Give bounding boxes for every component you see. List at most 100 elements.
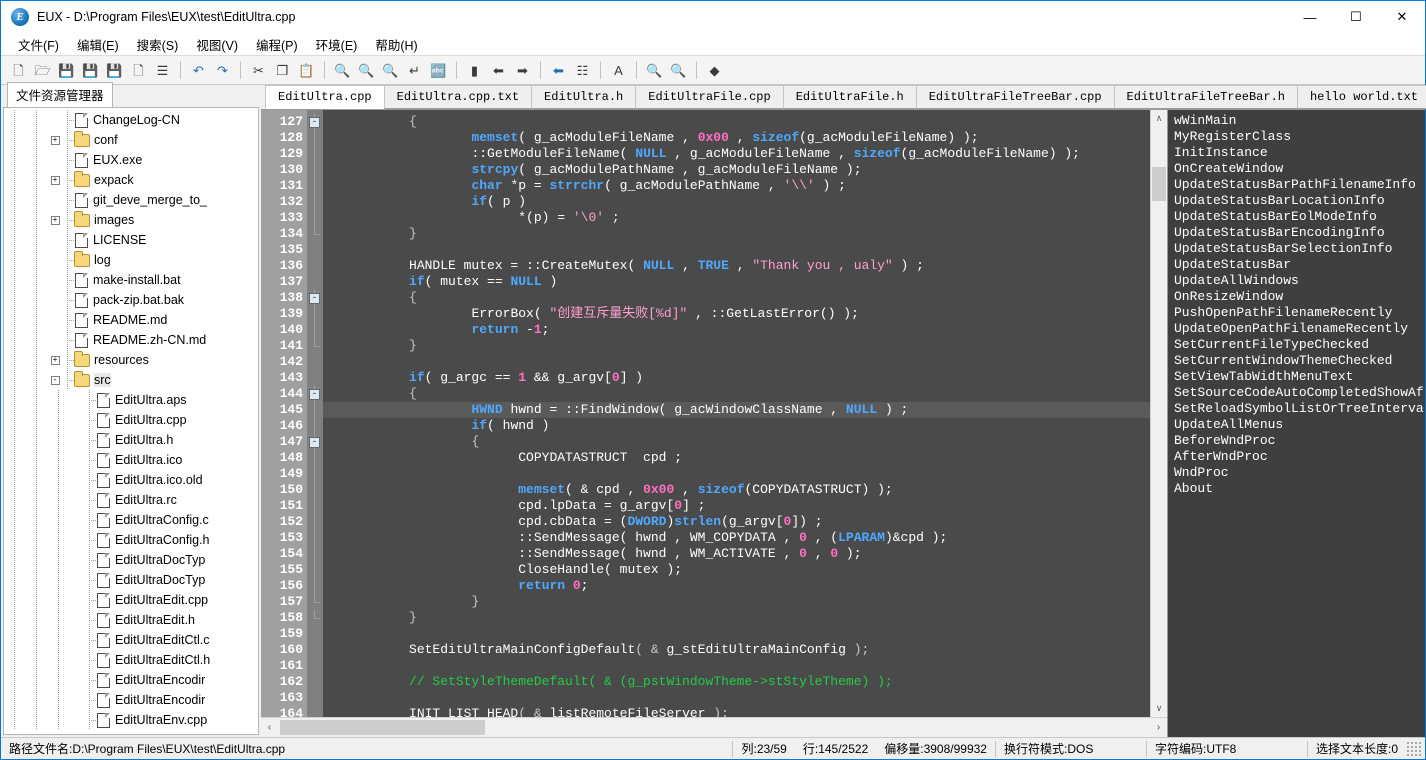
tree-item[interactable]: EditUltraConfig.h <box>4 530 258 550</box>
code-line[interactable]: ::SendMessage( hwnd , WM_COPYDATA , 0 , … <box>323 530 1150 546</box>
fold-marker[interactable] <box>307 658 323 674</box>
fold-marker[interactable] <box>307 674 323 690</box>
code-line[interactable]: SetEditUltraMainConfigDefault( & g_stEdi… <box>323 642 1150 658</box>
fold-collapse-icon[interactable]: - <box>309 437 320 448</box>
editor-vertical-scrollbar[interactable]: ∧ ∨ <box>1150 110 1167 717</box>
save-icon[interactable]: 💾 <box>55 58 78 82</box>
symbol-list-item[interactable]: BeforeWndProc <box>1168 433 1425 449</box>
fold-marker[interactable] <box>307 578 323 594</box>
tree-item[interactable]: ChangeLog-CN <box>4 110 258 130</box>
code-line[interactable] <box>323 242 1150 258</box>
menu-environment[interactable]: 环境(E) <box>307 33 367 56</box>
tree-item[interactable]: +conf <box>4 130 258 150</box>
code-line[interactable]: COPYDATASTRUCT cpd ; <box>323 450 1150 466</box>
symbol-list-item[interactable]: UpdateStatusBarPathFilenameInfo <box>1168 177 1425 193</box>
fold-marker[interactable]: - <box>307 114 323 130</box>
fold-marker[interactable] <box>307 370 323 386</box>
file-list-icon[interactable]: ☰ <box>151 58 174 82</box>
fold-marker[interactable] <box>307 226 323 242</box>
code-area[interactable]: 1271281291301311321331341351361371381391… <box>261 110 1167 717</box>
code-line[interactable] <box>323 466 1150 482</box>
code-line[interactable]: } <box>323 338 1150 354</box>
symbol-list-item[interactable]: UpdateStatusBarSelectionInfo <box>1168 241 1425 257</box>
code-line[interactable]: INIT_LIST_HEAD( & listRemoteFileServer )… <box>323 706 1150 717</box>
fold-marker[interactable] <box>307 610 323 626</box>
scroll-down-arrow[interactable]: ∨ <box>1151 700 1167 717</box>
collapse-icon[interactable]: - <box>48 370 62 390</box>
tree-item[interactable]: EditUltraDocTyp <box>4 570 258 590</box>
editor-tab[interactable]: EditUltraFile.cpp <box>635 85 783 109</box>
symbol-list-item[interactable]: UpdateAllWindows <box>1168 273 1425 289</box>
fold-marker[interactable] <box>307 706 323 717</box>
symbol-list-item[interactable]: SetCurrentWindowThemeChecked <box>1168 353 1425 369</box>
fold-marker[interactable] <box>307 690 323 706</box>
fold-marker[interactable]: - <box>307 386 323 402</box>
menu-view[interactable]: 视图(V) <box>187 33 247 56</box>
tree-item[interactable]: pack-zip.bat.bak <box>4 290 258 310</box>
tree-item[interactable]: EditUltra.ico.old <box>4 470 258 490</box>
symbol-list-item[interactable]: AfterWndProc <box>1168 449 1425 465</box>
code-line[interactable] <box>323 690 1150 706</box>
scroll-up-arrow[interactable]: ∧ <box>1151 110 1167 127</box>
tree-item[interactable]: EditUltraDocTyp <box>4 550 258 570</box>
tree-item[interactable]: EditUltra.cpp <box>4 410 258 430</box>
replace-icon[interactable]: 🔤 <box>427 58 450 82</box>
code-line[interactable]: ::GetModuleFileName( NULL , g_acModuleFi… <box>323 146 1150 162</box>
code-line[interactable]: { <box>323 386 1150 402</box>
tree-item[interactable]: EditUltra.rc <box>4 490 258 510</box>
maximize-button[interactable]: ☐ <box>1333 1 1379 33</box>
fold-marker[interactable] <box>307 418 323 434</box>
tree-item[interactable]: EditUltraEnv.cpp <box>4 710 258 730</box>
code-text[interactable]: { memset( g_acModuleFileName , 0x00 , si… <box>323 110 1150 717</box>
fold-collapse-icon[interactable]: - <box>309 117 320 128</box>
fold-marker[interactable] <box>307 178 323 194</box>
close-file-icon[interactable]: 🗋 <box>127 58 150 82</box>
fold-marker[interactable] <box>307 466 323 482</box>
symbol-list-item[interactable]: OnCreateWindow <box>1168 161 1425 177</box>
open-file-icon[interactable]: 🗁 <box>31 58 54 82</box>
zoom-out-icon[interactable]: 🔍 <box>667 58 690 82</box>
find-icon[interactable]: 🔍 <box>331 58 354 82</box>
scroll-left-arrow[interactable]: ‹ <box>261 718 278 737</box>
code-line[interactable] <box>323 626 1150 642</box>
symbol-list-item[interactable]: SetViewTabWidthMenuText <box>1168 369 1425 385</box>
editor-tab[interactable]: EditUltra.h <box>531 85 636 109</box>
fold-marker[interactable]: - <box>307 434 323 450</box>
symbol-list-item[interactable]: WndProc <box>1168 465 1425 481</box>
code-line[interactable]: if( mutex == NULL ) <box>323 274 1150 290</box>
code-line[interactable]: memset( & cpd , 0x00 , sizeof(COPYDATAST… <box>323 482 1150 498</box>
editor-tab[interactable]: EditUltraFile.h <box>783 85 917 109</box>
bookmark-icon[interactable]: ▮ <box>463 58 486 82</box>
code-line[interactable]: cpd.lpData = g_argv[0] ; <box>323 498 1150 514</box>
resize-grip-icon[interactable] <box>1406 741 1422 757</box>
fold-marker[interactable] <box>307 562 323 578</box>
tree-item[interactable]: EditUltraEncodir <box>4 690 258 710</box>
previous-bookmark-icon[interactable]: ⬅ <box>487 58 510 82</box>
tree-item[interactable]: README.md <box>4 310 258 330</box>
symbol-list-item[interactable]: OnResizeWindow <box>1168 289 1425 305</box>
code-line[interactable]: CloseHandle( mutex ); <box>323 562 1150 578</box>
editor-tab[interactable]: EditUltraFileTreeBar.cpp <box>916 85 1115 109</box>
menu-help[interactable]: 帮助(H) <box>366 33 426 56</box>
tree-item[interactable]: EditUltraEncodir <box>4 670 258 690</box>
symbol-list-item[interactable]: wWinMain <box>1168 113 1425 129</box>
explorer-tab[interactable]: 文件资源管理器 <box>7 82 113 107</box>
next-bookmark-icon[interactable]: ➡ <box>511 58 534 82</box>
fold-marker[interactable] <box>307 194 323 210</box>
tree-item[interactable]: README.zh-CN.md <box>4 330 258 350</box>
tree-item[interactable]: +images <box>4 210 258 230</box>
find-next-icon[interactable]: 🔍 <box>379 58 402 82</box>
fold-marker[interactable]: - <box>307 290 323 306</box>
tree-item[interactable]: git_deve_merge_to_ <box>4 190 258 210</box>
symbol-list-item[interactable]: UpdateOpenPathFilenameRecently <box>1168 321 1425 337</box>
fold-marker[interactable] <box>307 450 323 466</box>
vscroll-track[interactable] <box>1151 127 1167 700</box>
code-line[interactable] <box>323 354 1150 370</box>
symbol-list-item[interactable]: SetCurrentFileTypeChecked <box>1168 337 1425 353</box>
fold-marker[interactable] <box>307 338 323 354</box>
fold-marker[interactable] <box>307 514 323 530</box>
symbol-tree-icon[interactable]: ☷ <box>571 58 594 82</box>
menu-file[interactable]: 文件(F) <box>9 33 68 56</box>
tree-item[interactable]: EditUltraConfig.c <box>4 510 258 530</box>
code-line[interactable]: } <box>323 594 1150 610</box>
